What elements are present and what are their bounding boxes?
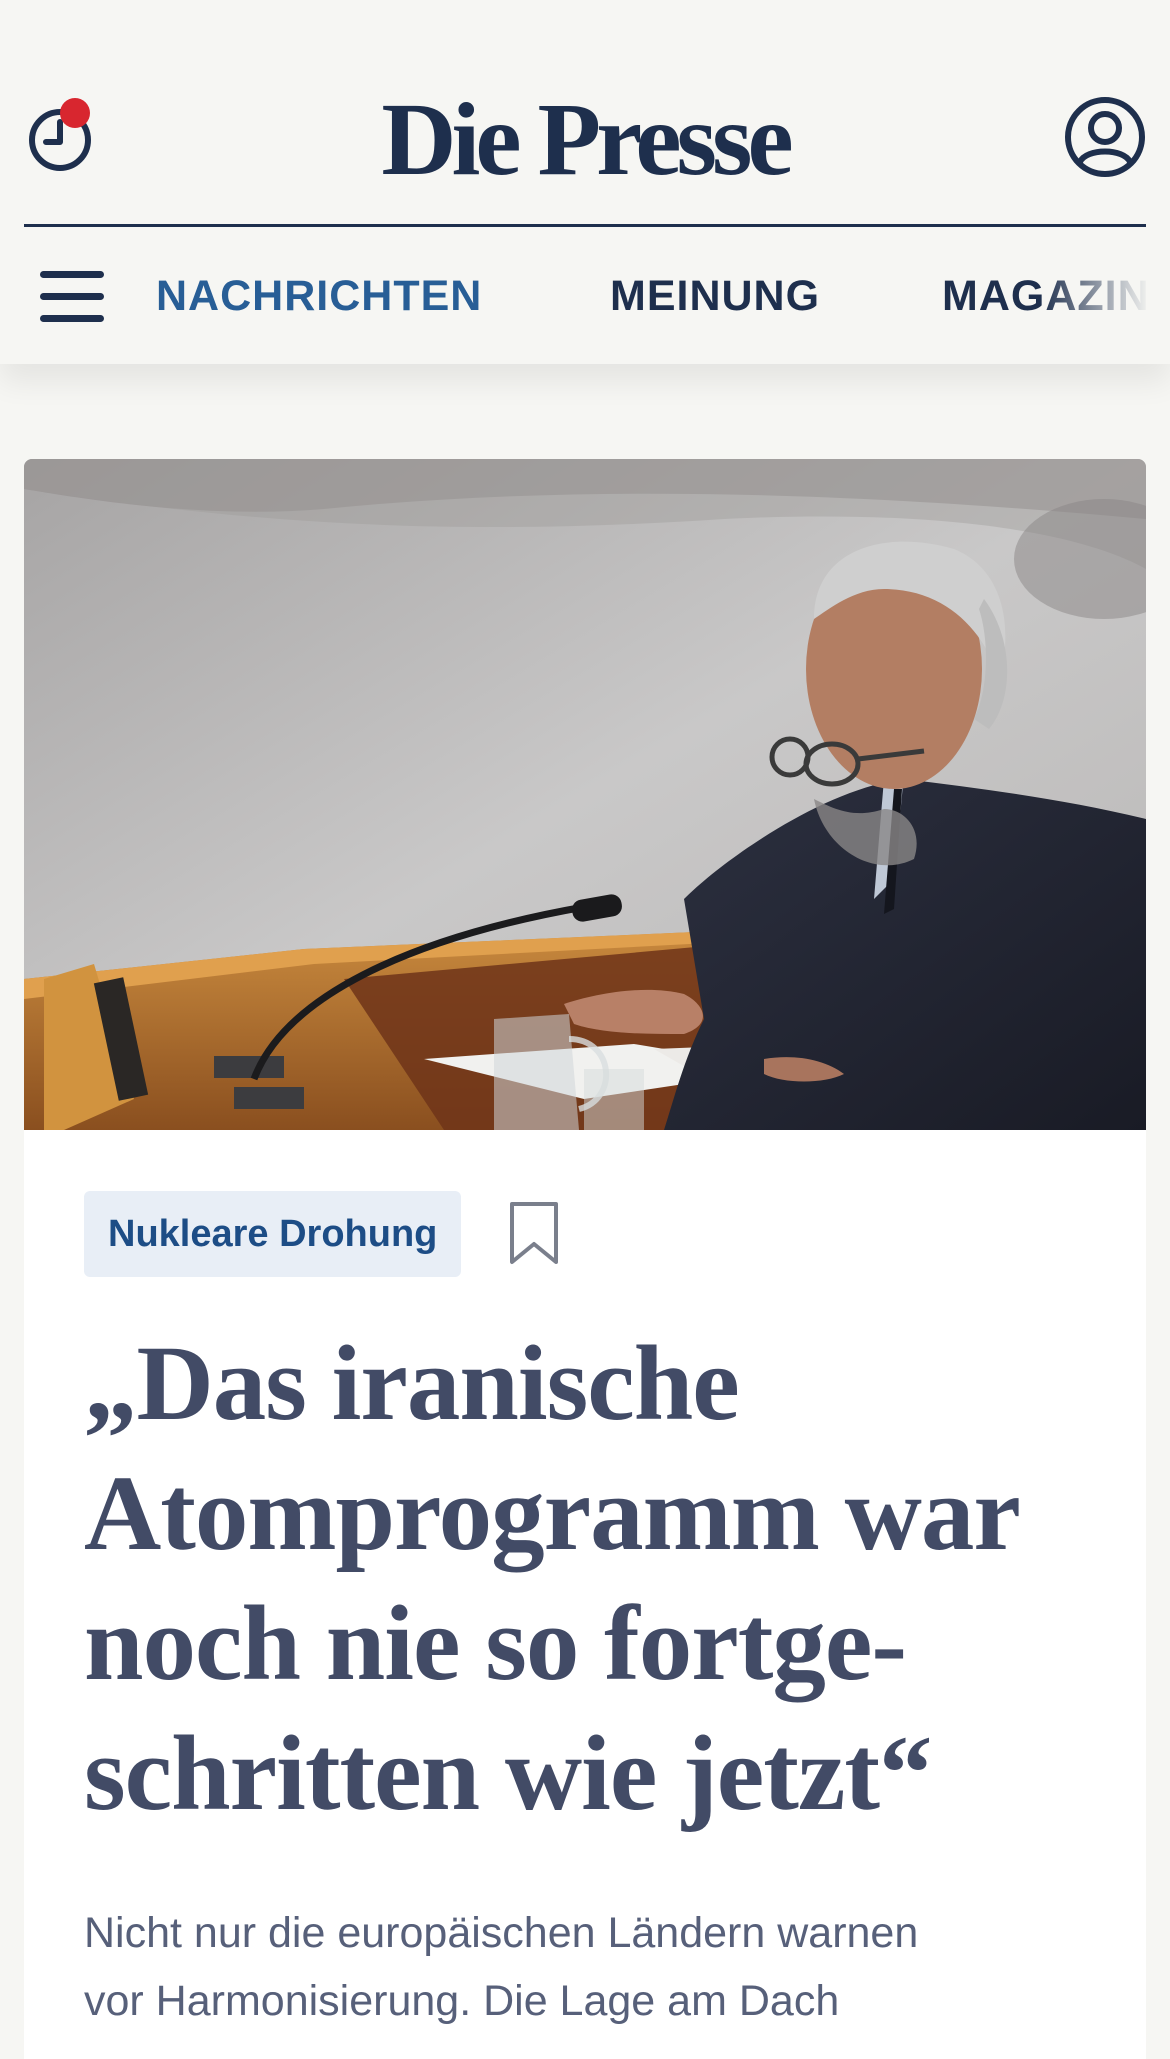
- nav-item-meinung[interactable]: MEINUNG: [610, 271, 820, 321]
- site-header: Die Presse NACHRICHTEN MEINUNG MAGAZIN: [0, 0, 1170, 364]
- teaser-line: Nicht nur die europäischen Ländern warne…: [84, 1909, 919, 1957]
- headline-line: schritten wie jetzt“: [84, 1715, 933, 1833]
- bookmark-icon[interactable]: [508, 1201, 560, 1265]
- hamburger-menu-icon[interactable]: [40, 269, 106, 325]
- article-headline[interactable]: „Das iranische Atomprogramm war noch nie…: [84, 1319, 1094, 1839]
- topic-tag[interactable]: Nukleare Drohung: [84, 1191, 462, 1277]
- headline-line: Atomprogramm war: [84, 1455, 1021, 1573]
- user-account-icon: [1065, 97, 1145, 177]
- headline-line: „Das iranische: [84, 1325, 740, 1443]
- section-nav: NACHRICHTEN MEINUNG MAGAZIN: [0, 227, 1170, 364]
- article-card: Nukleare Drohung „Das iranische Atomprog…: [24, 459, 1146, 2059]
- nav-item-magazin[interactable]: MAGAZIN: [942, 271, 1150, 321]
- hero-photo: [24, 459, 1146, 1130]
- headline-line: noch nie so fortge-: [84, 1585, 907, 1703]
- article-hero-image[interactable]: [24, 459, 1146, 1130]
- article-teaser[interactable]: Nicht nur die europäischen Ländern warne…: [84, 1899, 1094, 2035]
- account-button[interactable]: [1064, 96, 1146, 178]
- nav-item-nachrichten[interactable]: NACHRICHTEN: [156, 271, 482, 321]
- site-logo[interactable]: Die Presse: [0, 80, 1170, 200]
- teaser-line: vor Harmonisierung. Die Lage am Dach: [84, 1977, 840, 2025]
